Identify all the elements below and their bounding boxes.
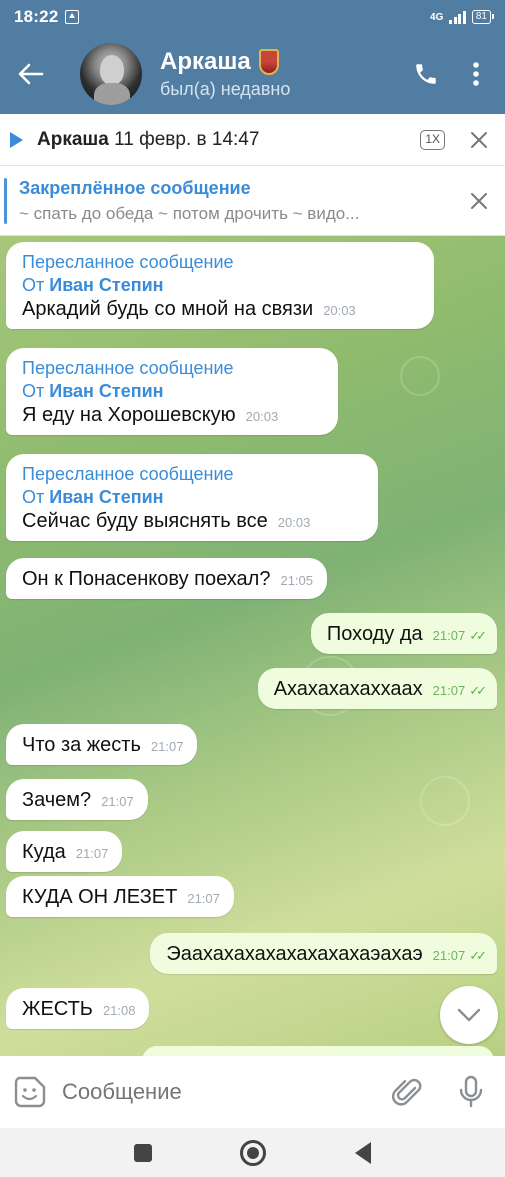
message-time: 21:05 xyxy=(280,573,314,588)
message-text: Я еду на Хорошевскую xyxy=(22,404,236,426)
system-back-button[interactable] xyxy=(354,1141,371,1164)
notification-icon xyxy=(65,10,80,24)
pinned-indicator xyxy=(4,177,7,224)
composer-bar xyxy=(0,1056,505,1128)
message-time: 21:07 xyxy=(101,794,134,809)
message-time: 21:07 xyxy=(150,739,184,754)
background-doodle xyxy=(420,776,470,826)
emoji-button[interactable] xyxy=(8,1070,52,1114)
message-text: Ахахахахаххаах xyxy=(273,678,423,700)
menu-button[interactable] xyxy=(451,49,501,99)
player-date: 11 февр. в 14:47 xyxy=(114,128,260,150)
chat-title-block[interactable]: Аркаша был(а) недавно xyxy=(160,48,290,100)
chat-status: был(а) недавно xyxy=(160,79,291,99)
pinned-title: Закреплённое сообщение xyxy=(19,177,251,198)
chat-header: Аркаша был(а) недавно xyxy=(0,34,505,114)
close-icon xyxy=(471,131,487,148)
message-time: 20:03 xyxy=(245,409,279,424)
message-time: 20:03 xyxy=(323,303,356,318)
system-nav-bar xyxy=(0,1128,505,1177)
back-arrow-icon xyxy=(18,63,44,85)
close-player-button[interactable] xyxy=(459,120,499,160)
network-type: 4G xyxy=(430,11,444,23)
close-icon xyxy=(471,192,487,209)
battery-level: 81 xyxy=(475,11,487,22)
forwarded-label: Пересланное сообщение xyxy=(22,358,234,378)
message-time: 21:07 xyxy=(432,948,466,963)
playback-speed-button[interactable]: 1X xyxy=(420,129,445,150)
message-text: Аркадий будь со мной на связи xyxy=(22,298,314,320)
sticker-icon xyxy=(14,1076,46,1108)
pinned-message-bar[interactable]: Закреплённое сообщение ~ спать до обеда … xyxy=(0,166,505,236)
status-indicators: 4G 81 xyxy=(430,10,495,24)
message-text: КУДА ОН ЛЕЗЕТ xyxy=(22,886,178,908)
message-text: Сейчас буду выяснять все xyxy=(22,510,268,532)
forwarded-label: Пересланное сообщение xyxy=(22,464,234,484)
microphone-button[interactable] xyxy=(449,1070,493,1114)
message-bubble[interactable]: ЖЕСТЬ 21:08 xyxy=(6,988,150,1029)
status-bar: 18:22 4G 81 xyxy=(0,0,505,34)
phone-icon xyxy=(416,64,436,84)
message-text: Походу да xyxy=(326,623,423,645)
microphone-icon xyxy=(459,1075,483,1108)
chat-name: Аркаша xyxy=(160,48,251,75)
message-bubble[interactable]: Эаахахахахахахахахаэахаэ 21:07 ✓✓ xyxy=(150,933,497,974)
message-text: Куда xyxy=(22,841,66,863)
recent-apps-button[interactable] xyxy=(134,1143,153,1162)
message-text: Зачем? xyxy=(22,789,92,811)
back-button[interactable] xyxy=(2,45,60,103)
message-time: 21:07 xyxy=(187,891,220,906)
message-bubble[interactable]: Походу да 21:07 ✓✓ xyxy=(310,613,497,654)
forwarded-from[interactable]: От Иван Степин xyxy=(22,485,364,509)
audio-player-bar: Аркаша 11 февр. в 14:47 1X xyxy=(0,114,505,166)
message-text: Он к Понасенкову поехал? xyxy=(22,568,271,590)
message-time: 21:07 xyxy=(75,846,109,861)
pinned-preview: ~ спать до обеда ~ потом дрочить ~ видо.… xyxy=(19,203,360,223)
message-bubble[interactable]: Пересланное сообщение От Иван Степин Я е… xyxy=(6,348,338,435)
message-bubble[interactable]: Он к Понасенкову поехал? 21:05 xyxy=(6,558,328,599)
message-bubble[interactable]: Зачем? 21:07 xyxy=(6,779,148,820)
message-text: Что за жесть xyxy=(22,734,141,756)
message-bubble[interactable]: Пересланное сообщение От Иван Степин Сей… xyxy=(6,454,378,541)
avatar[interactable] xyxy=(80,43,142,105)
home-button[interactable] xyxy=(240,1139,267,1166)
read-ticks-icon: ✓✓ xyxy=(469,948,487,963)
message-time: 21:07 xyxy=(432,628,466,643)
scroll-down-button[interactable] xyxy=(440,986,498,1044)
message-bubble[interactable]: КУДА ОН ЛЕЗЕТ 21:07 xyxy=(6,876,234,917)
chat-area[interactable]: Пересланное сообщение От Иван Степин Арк… xyxy=(0,236,505,1056)
message-text: Эаахахахахахахахахаэахаэ xyxy=(166,943,423,965)
paperclip-icon xyxy=(391,1078,422,1106)
forwarded-from[interactable]: От Иван Степин xyxy=(22,273,420,297)
message-bubble[interactable]: Куда 21:07 xyxy=(6,831,123,872)
attach-button[interactable] xyxy=(385,1070,429,1114)
signal-icon xyxy=(449,10,466,24)
read-ticks-icon: ✓✓ xyxy=(469,683,487,698)
status-time: 18:22 xyxy=(14,7,59,26)
message-bubble[interactable]: Пересланное сообщение От Иван Степин Арк… xyxy=(6,242,434,329)
message-bubble[interactable]: Что за жесть 21:07 xyxy=(6,724,198,765)
player-info[interactable]: Аркаша 11 февр. в 14:47 xyxy=(37,129,259,151)
more-vertical-icon xyxy=(473,62,479,86)
forwarded-label: Пересланное сообщение xyxy=(22,252,234,272)
emblem-icon xyxy=(258,49,279,75)
message-input[interactable] xyxy=(62,1079,362,1105)
message-text: ЖЕСТЬ xyxy=(22,998,93,1020)
read-ticks-icon: ✓✓ xyxy=(469,628,487,643)
message-time: 21:07 xyxy=(432,683,466,698)
background-doodle xyxy=(400,356,440,396)
call-button[interactable] xyxy=(401,49,451,99)
forwarded-from[interactable]: От Иван Степин xyxy=(22,379,324,403)
chevron-down-icon xyxy=(457,1008,481,1022)
message-time: 20:03 xyxy=(277,515,311,530)
battery-icon: 81 xyxy=(471,10,495,24)
player-author: Аркаша xyxy=(37,128,109,150)
play-icon[interactable] xyxy=(10,131,23,148)
message-time: 21:08 xyxy=(102,1003,136,1018)
message-bubble-partial[interactable] xyxy=(142,1046,494,1056)
message-bubble[interactable]: Ахахахахаххаах 21:07 ✓✓ xyxy=(257,668,497,709)
close-pinned-button[interactable] xyxy=(459,181,499,221)
